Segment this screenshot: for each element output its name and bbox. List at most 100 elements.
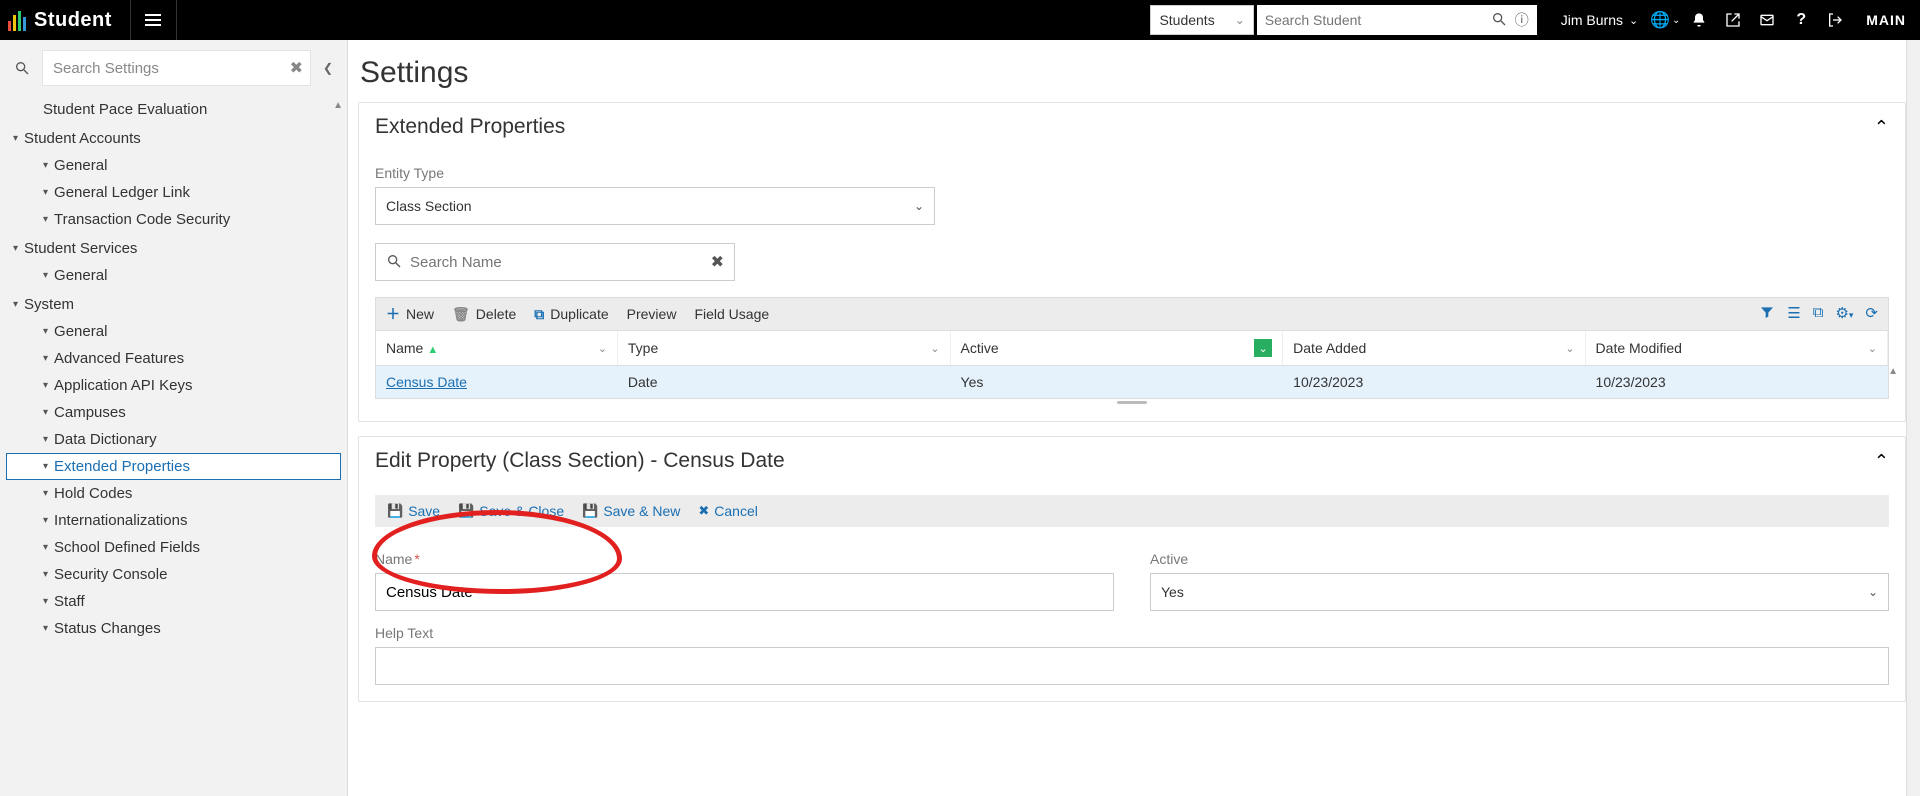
sidebar-item-application-api-keys[interactable]: Application API Keys [6, 372, 341, 399]
save-close-button[interactable]: 💾Save & Close [458, 503, 564, 519]
edit-property-panel: Edit Property (Class Section) - Census D… [358, 436, 1906, 702]
sidebar-item-staff[interactable]: Staff [6, 588, 341, 615]
chevron-down-icon[interactable]: ⌄ [1565, 342, 1574, 355]
delete-button[interactable]: 🗑Delete [452, 306, 516, 323]
new-button[interactable]: ＋New [386, 304, 434, 324]
save-button[interactable]: 💾Save [387, 503, 440, 519]
sidebar-item-school-defined-fields[interactable]: School Defined Fields [6, 534, 341, 561]
sidebar-group-system[interactable]: System [6, 291, 341, 318]
sidebar-item-general-ledger-link[interactable]: General Ledger Link [6, 179, 341, 206]
panel-splitter[interactable] [375, 399, 1889, 405]
row-name-link[interactable]: Census Date [386, 374, 467, 390]
top-bar: Student Students ⌄ ⓘ Jim Burns ⌄ 🌐⌄ ? MA… [0, 0, 1920, 40]
col-date-modified[interactable]: Date Modified⌄ [1586, 331, 1888, 365]
chevron-down-icon: ⌄ [914, 199, 924, 213]
sidebar-item-campuses[interactable]: Campuses [6, 399, 341, 426]
main-content: Settings Extended Properties ⌃ Entity Ty… [348, 40, 1920, 796]
help-text-input[interactable] [375, 647, 1889, 685]
external-link-icon[interactable] [1716, 0, 1750, 40]
chevron-down-icon[interactable]: ⌄ [1868, 342, 1877, 355]
sidebar-item-security-console[interactable]: Security Console [6, 561, 341, 588]
filter-icon[interactable] [1759, 304, 1775, 324]
col-active[interactable]: Active⌄ [951, 331, 1284, 365]
bell-icon[interactable] [1682, 0, 1716, 40]
search-icon[interactable] [1491, 11, 1507, 30]
chevron-down-icon[interactable]: ⌄ [930, 342, 939, 355]
app-name: Student [34, 9, 112, 32]
chevron-down-icon[interactable]: ⌄ [598, 342, 607, 355]
refresh-icon[interactable]: ⟳ [1865, 304, 1878, 324]
global-search[interactable]: ⓘ [1257, 5, 1537, 35]
save-close-icon: 💾 [458, 503, 474, 519]
help-icon[interactable]: ? [1784, 0, 1818, 40]
clear-icon[interactable]: ✖ [711, 252, 724, 272]
edit-panel-title: Edit Property (Class Section) - Census D… [375, 449, 785, 473]
user-menu[interactable]: Jim Burns ⌄ [1551, 12, 1648, 28]
preview-button[interactable]: Preview [627, 306, 677, 322]
row-active: Yes [951, 366, 1284, 398]
sidebar-item-hold-codes[interactable]: Hold Codes [6, 480, 341, 507]
sidebar-item-transaction-code-security[interactable]: Transaction Code Security [6, 206, 341, 233]
environment-label: MAIN [1852, 12, 1920, 28]
menu-toggle-button[interactable] [131, 0, 177, 40]
table-row[interactable]: ▲ Census Date Date Yes 10/23/2023 10/23/… [376, 366, 1888, 398]
sidebar-group-student-services[interactable]: Student Services [6, 235, 341, 262]
trash-icon: 🗑 [452, 306, 470, 323]
chevron-down-icon: ⌄ [1629, 14, 1638, 27]
cancel-button[interactable]: ✖Cancel [698, 503, 758, 519]
name-search-input[interactable] [410, 254, 711, 271]
sidebar-item-student-pace-evaluation[interactable]: Student Pace Evaluation [6, 96, 341, 123]
name-input[interactable] [375, 573, 1114, 611]
sidebar-item-extended-properties[interactable]: Extended Properties [6, 453, 341, 480]
save-new-button[interactable]: 💾Save & New [582, 503, 680, 519]
settings-sidebar: ✖ ❮ ▲ Student Pace Evaluation Student Ac… [0, 40, 348, 796]
col-type[interactable]: Type⌄ [618, 331, 951, 365]
search-icon [8, 53, 36, 83]
active-value: Yes [1161, 584, 1184, 600]
name-search[interactable]: ✖ [375, 243, 735, 281]
vertical-scrollbar[interactable] [1906, 40, 1920, 796]
sidebar-item-advanced-features[interactable]: Advanced Features [6, 345, 341, 372]
collapse-sidebar-button[interactable]: ❮ [317, 61, 339, 75]
scope-select[interactable]: Students ⌄ [1150, 5, 1253, 35]
copy-icon: ⧉ [534, 306, 544, 323]
app-logo: Student [0, 0, 131, 40]
sidebar-item-status-changes[interactable]: Status Changes [6, 615, 341, 642]
globe-icon[interactable]: 🌐⌄ [1648, 0, 1682, 40]
sidebar-group-student-accounts[interactable]: Student Accounts [6, 125, 341, 152]
plus-icon: ＋ [386, 304, 400, 324]
sidebar-item-internationalizations[interactable]: Internationalizations [6, 507, 341, 534]
gear-icon[interactable]: ⚙▾ [1835, 304, 1853, 324]
page-title: Settings [360, 56, 1906, 90]
global-search-input[interactable] [1265, 12, 1487, 28]
settings-nav-tree: ▲ Student Pace Evaluation Student Accoun… [0, 96, 347, 796]
col-name[interactable]: Name▲⌄ [376, 331, 618, 365]
sidebar-item-general[interactable]: General [6, 152, 341, 179]
field-usage-button[interactable]: Field Usage [694, 306, 769, 322]
list-icon[interactable]: ☰ [1787, 304, 1800, 324]
save-icon: 💾 [387, 503, 403, 519]
scroll-up-icon: ▲ [333, 100, 343, 111]
filter-active-icon[interactable]: ⌄ [1254, 339, 1272, 357]
settings-search-input[interactable] [42, 50, 311, 86]
col-date-added[interactable]: Date Added⌄ [1283, 331, 1585, 365]
collapse-panel-icon[interactable]: ⌃ [1874, 117, 1889, 138]
active-select[interactable]: Yes ⌄ [1150, 573, 1889, 611]
sidebar-item-general[interactable]: General [6, 262, 341, 289]
popout-icon[interactable]: ⧉ [1813, 304, 1824, 324]
clear-icon[interactable]: ✖ [290, 58, 303, 78]
sidebar-item-data-dictionary[interactable]: Data Dictionary [6, 426, 341, 453]
active-label: Active [1150, 551, 1889, 567]
logout-icon[interactable] [1818, 0, 1852, 40]
collapse-panel-icon[interactable]: ⌃ [1874, 451, 1889, 472]
search-icon [386, 253, 402, 272]
entity-type-select[interactable]: Class Section ⌄ [375, 187, 935, 225]
info-icon[interactable]: ⓘ [1515, 10, 1529, 30]
properties-grid: Name▲⌄ Type⌄ Active⌄ Date Added⌄ Date Mo… [375, 330, 1889, 399]
sidebar-item-general[interactable]: General [6, 318, 341, 345]
chevron-down-icon: ⌄ [1868, 585, 1878, 599]
mail-icon[interactable] [1750, 0, 1784, 40]
close-icon: ✖ [698, 503, 709, 519]
duplicate-button[interactable]: ⧉Duplicate [534, 306, 608, 323]
logo-bars-icon [8, 9, 26, 31]
